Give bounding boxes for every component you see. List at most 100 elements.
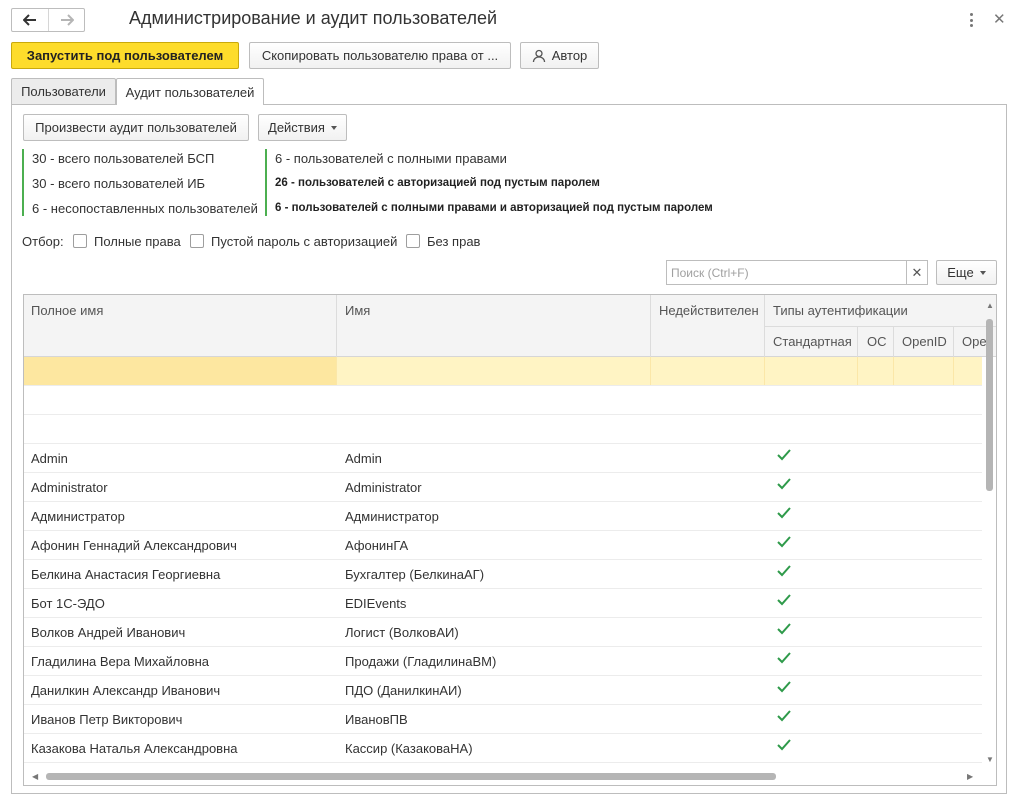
checkmark-icon: [777, 681, 791, 693]
stat-total-bsp[interactable]: 30 - всего пользователей БСП: [32, 151, 214, 166]
table-row[interactable]: Данилкин Александр Иванович ПДО (Данилки…: [24, 676, 982, 705]
cell-full-name: Administrator: [31, 480, 108, 495]
forward-button[interactable]: [48, 9, 84, 31]
actions-button[interactable]: Действия: [258, 114, 347, 141]
column-os[interactable]: ОС: [867, 334, 887, 349]
cell-full-name: Данилкин Александр Иванович: [31, 683, 221, 698]
scroll-down-icon[interactable]: ▼: [986, 755, 994, 764]
filter-empty-password-label[interactable]: Пустой пароль с авторизацией: [211, 234, 397, 249]
cell-name: EDIEvents: [345, 596, 407, 611]
table-row[interactable]: Волков Андрей Иванович Логист (ВолковАИ): [24, 618, 982, 647]
arrow-left-icon: [23, 14, 36, 26]
table-row[interactable]: Administrator Administrator: [24, 473, 982, 502]
cell-full-name: Казакова Наталья Александровна: [31, 741, 238, 756]
cell-name: Admin: [345, 451, 382, 466]
column-openid-connect[interactable]: Ope: [962, 334, 987, 349]
cell-name: Администратор: [345, 509, 439, 524]
clear-search-icon[interactable]: ✕: [906, 260, 928, 285]
cell-full-name: Белкина Анастасия Георгиевна: [31, 567, 221, 582]
close-icon[interactable]: ✕: [993, 10, 1006, 28]
cell-name: Бухгалтер (БелкинаАГ): [345, 567, 485, 582]
empty-row[interactable]: [24, 386, 982, 415]
page-title: Администрирование и аудит пользователей: [129, 8, 498, 28]
chevron-down-icon: [330, 125, 337, 130]
cell-name: Administrator: [345, 480, 422, 495]
search-input[interactable]: [666, 260, 907, 285]
chevron-down-icon: [979, 270, 986, 275]
empty-row[interactable]: [24, 415, 982, 444]
column-invalid[interactable]: Недействителен: [659, 303, 759, 318]
cell-full-name: Гладилина Вера Михайловна: [31, 654, 210, 669]
actions-button-label: Действия: [268, 120, 325, 135]
filter-no-rights-checkbox[interactable]: [406, 234, 420, 248]
arrow-right-icon: [60, 14, 74, 26]
scroll-up-icon[interactable]: ▲: [986, 301, 994, 310]
cell-full-name: Волков Андрей Иванович: [31, 625, 186, 640]
checkmark-icon: [777, 623, 791, 635]
column-openid[interactable]: OpenID: [902, 334, 947, 349]
table-row[interactable]: Бот 1С-ЭДО EDIEvents: [24, 589, 982, 618]
more-button-label: Еще: [947, 265, 974, 280]
checkmark-icon: [777, 565, 791, 577]
selected-cell[interactable]: [24, 357, 336, 385]
cell-name: ИвановПВ: [345, 712, 408, 727]
run-audit-button[interactable]: Произвести аудит пользователей: [23, 114, 249, 141]
vertical-scrollbar[interactable]: ▲ ▼: [984, 297, 995, 767]
table-row[interactable]: Гладилина Вера Михайловна Продажи (Глади…: [24, 647, 982, 676]
stats-right-bar: [265, 149, 267, 216]
column-auth-types[interactable]: Типы аутентификации: [773, 303, 908, 318]
cell-name: Логист (ВолковАИ): [345, 625, 459, 640]
author-button[interactable]: Автор: [520, 42, 599, 69]
horizontal-scroll-thumb[interactable]: [46, 773, 776, 780]
more-button[interactable]: Еще: [936, 260, 997, 285]
user-icon: [532, 49, 545, 62]
stats-left-bar: [22, 149, 24, 216]
stat-unmatched[interactable]: 6 - несопоставленных пользователей: [32, 201, 258, 216]
filter-label: Отбор:: [22, 234, 64, 249]
tab-users[interactable]: Пользователи: [11, 78, 116, 104]
table-header: Полное имя Имя Недействителен Типы аутен…: [24, 295, 996, 357]
column-full-name[interactable]: Полное имя: [31, 303, 103, 318]
filter-full-rights-checkbox[interactable]: [73, 234, 87, 248]
table-row[interactable]: Администратор Администратор: [24, 502, 982, 531]
scroll-left-icon[interactable]: ◀: [32, 772, 38, 781]
filter-no-rights-label[interactable]: Без прав: [427, 234, 480, 249]
checkmark-icon: [777, 478, 791, 490]
checkmark-icon: [777, 507, 791, 519]
table-row[interactable]: Афонин Геннадий Александрович АфонинГА: [24, 531, 982, 560]
horizontal-scrollbar[interactable]: ◀ ▶: [24, 770, 984, 784]
table-row[interactable]: Иванов Петр Викторович ИвановПВ: [24, 705, 982, 734]
run-as-user-button[interactable]: Запустить под пользователем: [11, 42, 239, 69]
cell-name: Кассир (КазаковаНА): [345, 741, 473, 756]
vertical-scroll-thumb[interactable]: [986, 319, 993, 491]
checkmark-icon: [777, 652, 791, 664]
checkmark-icon: [777, 739, 791, 751]
selected-row[interactable]: [24, 357, 982, 386]
stat-empty-password[interactable]: 26 - пользователей с авторизацией под пу…: [275, 177, 600, 189]
table-row[interactable]: Белкина Анастасия Георгиевна Бухгалтер (…: [24, 560, 982, 589]
table-row[interactable]: Казакова Наталья Александровна Кассир (К…: [24, 734, 982, 763]
cell-name: Продажи (ГладилинаВМ): [345, 654, 497, 669]
users-table: Полное имя Имя Недействителен Типы аутен…: [23, 294, 997, 786]
column-name[interactable]: Имя: [345, 303, 370, 318]
cell-full-name: Admin: [31, 451, 68, 466]
table-row[interactable]: Admin Admin: [24, 444, 982, 473]
checkmark-icon: [777, 594, 791, 606]
column-standard[interactable]: Стандартная: [773, 334, 852, 349]
stat-full-rights[interactable]: 6 - пользователей с полными правами: [275, 151, 507, 166]
stat-total-ib[interactable]: 30 - всего пользователей ИБ: [32, 176, 205, 191]
checkmark-icon: [777, 449, 791, 461]
stat-full-rights-empty-password[interactable]: 6 - пользователей с полными правами и ав…: [275, 202, 713, 214]
cell-name: ПДО (ДанилкинАИ): [345, 683, 462, 698]
tab-audit[interactable]: Аудит пользователей: [116, 78, 264, 105]
filter-full-rights-label[interactable]: Полные права: [94, 234, 181, 249]
filter-empty-password-checkbox[interactable]: [190, 234, 204, 248]
cell-full-name: Администратор: [31, 509, 125, 524]
checkmark-icon: [777, 536, 791, 548]
cell-name: АфонинГА: [345, 538, 409, 553]
back-button[interactable]: [12, 9, 48, 31]
history-nav: [11, 8, 85, 32]
scroll-right-icon[interactable]: ▶: [967, 772, 973, 781]
more-menu-icon[interactable]: [964, 11, 978, 29]
copy-rights-button[interactable]: Скопировать пользователю права от ...: [249, 42, 511, 69]
